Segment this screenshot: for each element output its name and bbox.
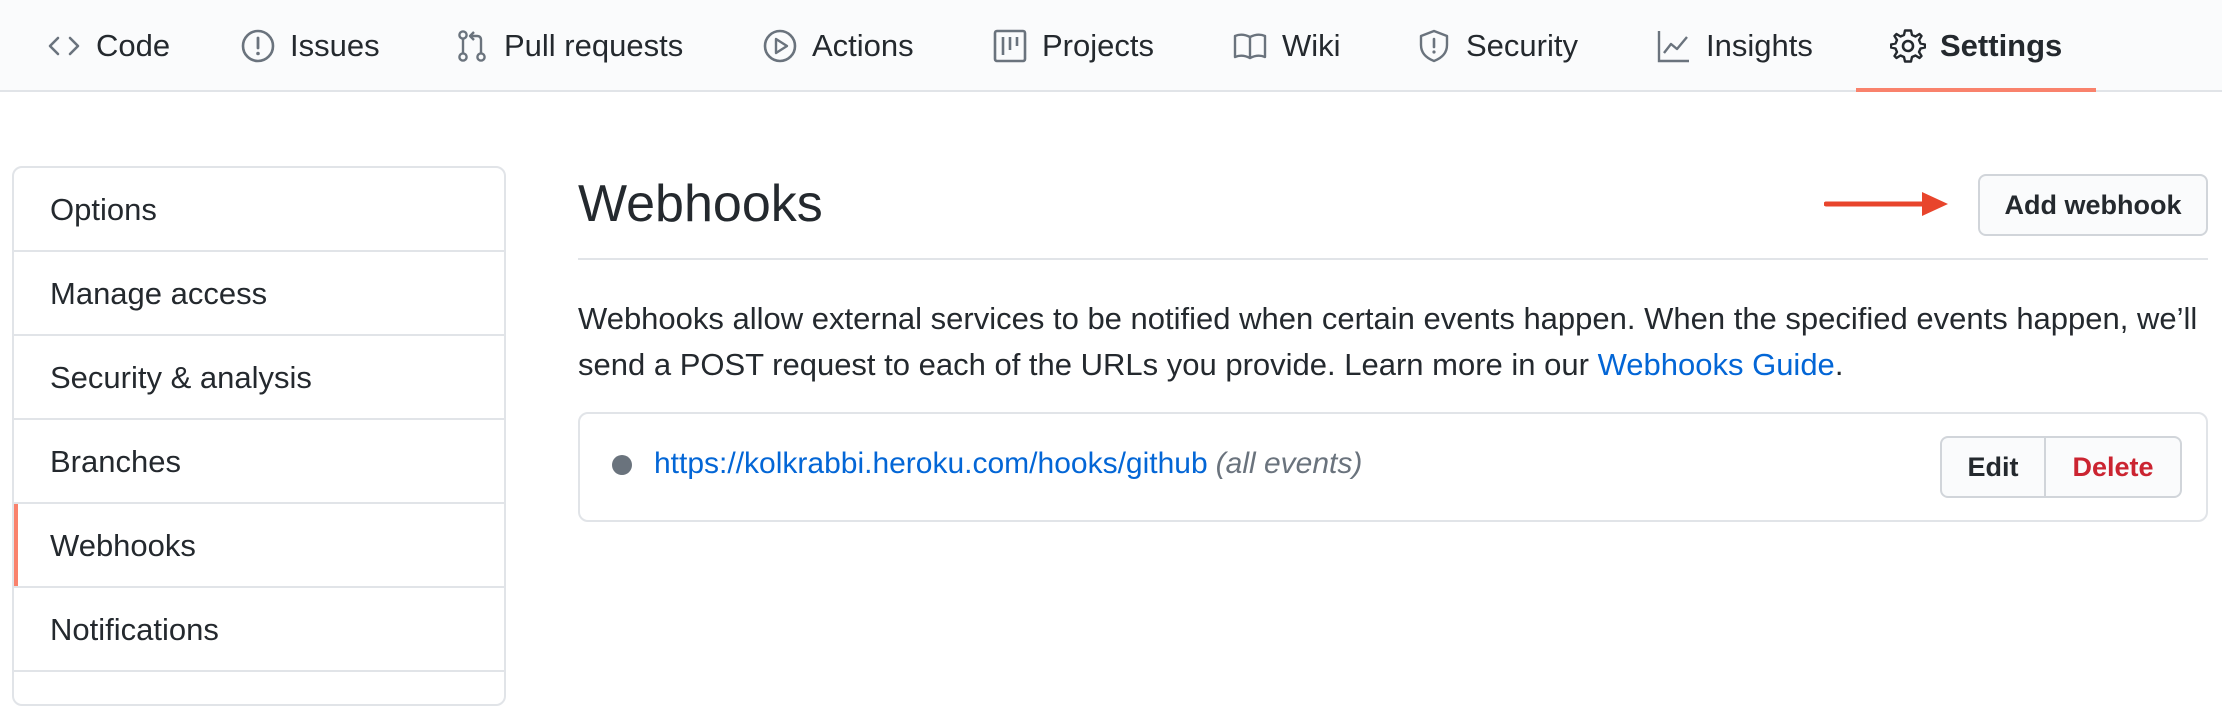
webhooks-guide-link[interactable]: Webhooks Guide: [1598, 347, 1835, 382]
description-text: Webhooks allow external services to be n…: [578, 301, 2198, 382]
menu-item-options[interactable]: Options: [14, 168, 504, 252]
webhook-actions: Edit Delete: [1940, 436, 2182, 498]
play-icon: [763, 29, 797, 63]
webhook-entry: https://kolkrabbi.heroku.com/hooks/githu…: [654, 444, 1362, 484]
tab-label: Code: [96, 28, 171, 63]
tab-settings[interactable]: Settings: [1890, 0, 2062, 92]
delete-webhook-button[interactable]: Delete: [2046, 436, 2182, 498]
git-pull-request-icon: [458, 30, 486, 62]
tab-label: Security: [1466, 28, 1578, 63]
tab-label: Insights: [1706, 28, 1813, 63]
tab-label: Issues: [290, 28, 380, 63]
tab-code[interactable]: Code: [46, 0, 170, 92]
tab-label: Wiki: [1282, 28, 1341, 63]
tab-label: Settings: [1940, 28, 2063, 63]
menu-item-branches[interactable]: Branches: [14, 420, 504, 504]
tab-insights[interactable]: Insights: [1656, 0, 1813, 92]
shield-icon: [1419, 29, 1449, 63]
webhooks-description: Webhooks allow external services to be n…: [578, 296, 2218, 388]
book-icon: [1233, 33, 1267, 60]
tab-label: Actions: [812, 28, 914, 63]
menu-item-webhooks[interactable]: Webhooks: [14, 504, 504, 588]
graph-icon: [1657, 31, 1689, 63]
tab-label: Projects: [1042, 28, 1154, 63]
page-title: Webhooks: [578, 175, 823, 233]
webhook-list-item: https://kolkrabbi.heroku.com/hooks/githu…: [578, 412, 2208, 522]
webhook-url-link[interactable]: https://kolkrabbi.heroku.com/hooks/githu…: [654, 447, 1208, 480]
description-end: .: [1834, 347, 1844, 382]
annotation-arrow-icon: [1824, 192, 1948, 216]
webhook-status-icon: [612, 455, 632, 475]
gear-icon: [1890, 29, 1926, 63]
tab-issues[interactable]: Issues: [240, 0, 380, 92]
tab-pull-requests[interactable]: Pull requests: [454, 0, 683, 92]
add-webhook-button[interactable]: Add webhook: [1978, 174, 2208, 236]
selected-tab-indicator: [1856, 88, 2096, 92]
menu-item-security-analysis[interactable]: Security & analysis: [14, 336, 504, 420]
code-icon: [48, 36, 80, 56]
project-icon: [993, 29, 1027, 63]
issue-opened-icon: [241, 29, 275, 63]
webhook-events: (all events): [1215, 447, 1363, 480]
tab-actions[interactable]: Actions: [762, 0, 914, 92]
tab-projects[interactable]: Projects: [992, 0, 1154, 92]
title-divider: [578, 258, 2208, 260]
menu-item-manage-access[interactable]: Manage access: [14, 252, 504, 336]
repo-navigation: Code Issues Pull requests Actions Projec…: [0, 0, 2222, 92]
tab-wiki[interactable]: Wiki: [1232, 0, 1341, 92]
menu-item-notifications[interactable]: Notifications: [14, 588, 504, 672]
tab-security[interactable]: Security: [1416, 0, 1578, 92]
edit-webhook-button[interactable]: Edit: [1940, 436, 2046, 498]
tab-label: Pull requests: [504, 28, 684, 63]
settings-menu: Options Manage access Security & analysi…: [12, 166, 506, 706]
